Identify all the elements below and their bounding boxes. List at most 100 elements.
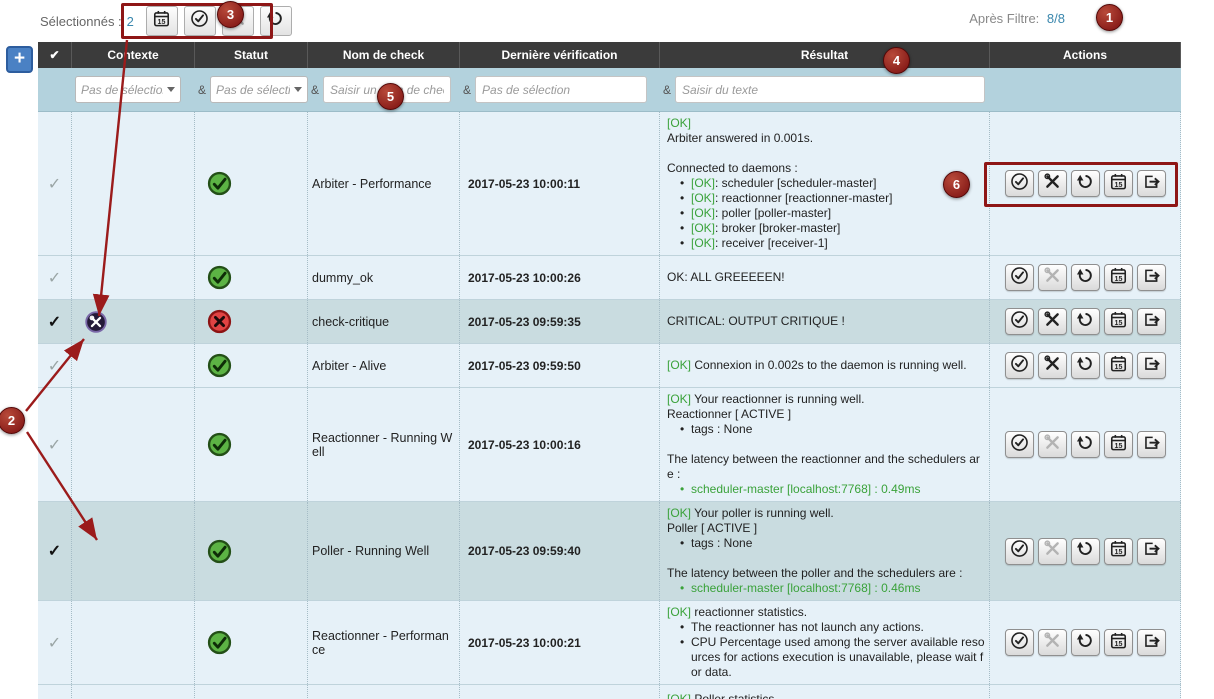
col-statut[interactable]: Statut: [195, 42, 308, 68]
undo-action-button[interactable]: [1071, 170, 1100, 197]
result-cell: [OK]Arbiter answered in 0.001s. Connecte…: [660, 112, 990, 255]
undo-action-button[interactable]: [1071, 352, 1100, 379]
select-cell[interactable]: ✓: [38, 300, 72, 343]
svg-text:15: 15: [1114, 548, 1122, 556]
undo-action-button[interactable]: [1071, 431, 1100, 458]
row-checkbox[interactable]: ✓: [48, 312, 61, 332]
fix-action-button[interactable]: [1038, 431, 1067, 458]
undo-action-button[interactable]: [1071, 538, 1100, 565]
export-icon: [1142, 539, 1161, 563]
result-line: scheduler-master [localhost:7768] : 0.46…: [664, 581, 985, 596]
fix-button[interactable]: [222, 6, 254, 36]
recheck-action-button[interactable]: [1005, 538, 1034, 565]
row-checkbox[interactable]: ✓: [48, 174, 61, 194]
table-row[interactable]: ✓Arbiter - Alive2017-05-23 09:59:50[OK] …: [38, 344, 1181, 388]
contexte-filter-select[interactable]: Pas de sélection: [75, 76, 181, 103]
undo-icon: [1076, 539, 1095, 563]
reset-button[interactable]: [260, 6, 292, 36]
result-line: [OK] reactionner statistics.: [664, 605, 985, 620]
statut-filter-select[interactable]: Pas de sélection: [210, 76, 308, 103]
col-select-all[interactable]: ✔: [38, 42, 72, 68]
check-name-cell: Reactionner - Performance: [308, 601, 460, 684]
select-cell[interactable]: ✓: [38, 112, 72, 255]
select-cell[interactable]: ✓: [38, 388, 72, 501]
select-cell[interactable]: [38, 685, 72, 699]
status-cell: [195, 388, 308, 501]
downtime-action-button[interactable]: 15: [1104, 264, 1133, 291]
export-action-button[interactable]: [1137, 629, 1166, 656]
recheck-action-button[interactable]: [1005, 352, 1034, 379]
result-filter-input[interactable]: [675, 76, 985, 103]
undo-icon: [1076, 172, 1095, 196]
tools-icon: [1043, 266, 1062, 290]
undo-action-button[interactable]: [1071, 629, 1100, 656]
row-checkbox[interactable]: ✓: [48, 268, 61, 288]
recheck-action-button[interactable]: [1005, 170, 1034, 197]
calendar-icon: 15: [1109, 539, 1128, 563]
fix-action-button[interactable]: [1038, 170, 1067, 197]
result-cell: OK: ALL GREEEEEN!: [660, 256, 990, 299]
result-cell: [OK] reactionner statistics.The reaction…: [660, 601, 990, 684]
select-cell[interactable]: ✓: [38, 601, 72, 684]
export-action-button[interactable]: [1137, 352, 1166, 379]
recheck-action-button[interactable]: [1005, 629, 1034, 656]
downtime-action-button[interactable]: 15: [1104, 629, 1133, 656]
table-row[interactable]: ✓Poller - Running Well2017-05-23 09:59:4…: [38, 502, 1181, 601]
check-icon: [1010, 539, 1029, 563]
check-icon: [1010, 310, 1029, 334]
downtime-button[interactable]: 15: [146, 6, 178, 36]
status-cell: [195, 502, 308, 600]
export-action-button[interactable]: [1137, 308, 1166, 335]
result-line: tags : None: [664, 422, 985, 437]
downtime-action-button[interactable]: 15: [1104, 538, 1133, 565]
col-contexte[interactable]: Contexte: [72, 42, 195, 68]
recheck-action-button[interactable]: [1005, 308, 1034, 335]
table-row[interactable]: [OK] Poller statistics.[ 0.22 ] Checks d…: [38, 685, 1181, 699]
row-checkbox[interactable]: ✓: [48, 435, 61, 455]
result-line: [OK]: [664, 116, 985, 131]
undo-action-button[interactable]: [1071, 308, 1100, 335]
row-checkbox[interactable]: ✓: [48, 356, 61, 376]
fix-action-button[interactable]: [1038, 308, 1067, 335]
downtime-action-button[interactable]: 15: [1104, 308, 1133, 335]
select-cell[interactable]: ✓: [38, 256, 72, 299]
export-action-button[interactable]: [1137, 264, 1166, 291]
export-action-button[interactable]: [1137, 170, 1166, 197]
status-ok-icon: [206, 629, 233, 656]
calendar-icon: 15: [1109, 631, 1128, 655]
downtime-action-button[interactable]: 15: [1104, 431, 1133, 458]
row-checkbox[interactable]: ✓: [48, 633, 61, 653]
recheck-action-button[interactable]: [1005, 431, 1034, 458]
check-name-filter-input[interactable]: [323, 76, 451, 103]
fix-action-button[interactable]: [1038, 352, 1067, 379]
add-widget-button[interactable]: +: [6, 46, 33, 73]
fix-action-button[interactable]: [1038, 538, 1067, 565]
select-cell[interactable]: ✓: [38, 344, 72, 387]
selection-toolbar: Sélectionnés : 2 15 Après Filtre: 8/8: [0, 0, 1214, 42]
result-line: [OK] Poller statistics.: [664, 692, 985, 699]
col-nom-de-check[interactable]: Nom de check: [308, 42, 460, 68]
table-row[interactable]: ✓Reactionner - Performance2017-05-23 10:…: [38, 601, 1181, 685]
downtime-action-button[interactable]: 15: [1104, 352, 1133, 379]
downtime-action-button[interactable]: 15: [1104, 170, 1133, 197]
table-row[interactable]: ✓check-critique2017-05-23 09:59:35CRITIC…: [38, 300, 1181, 344]
col-resultat[interactable]: Résultat: [660, 42, 990, 68]
check-name-cell: Poller - Running Well: [308, 502, 460, 600]
recheck-action-button[interactable]: [1005, 264, 1034, 291]
recheck-button[interactable]: [184, 6, 216, 36]
status-ok-icon: [206, 431, 233, 458]
last-check-filter-input[interactable]: [475, 76, 647, 103]
table-row[interactable]: ✓Reactionner - Running Well2017-05-23 10…: [38, 388, 1181, 502]
export-action-button[interactable]: [1137, 538, 1166, 565]
export-action-button[interactable]: [1137, 431, 1166, 458]
result-line: [OK]: receiver [receiver-1]: [664, 236, 985, 251]
select-cell[interactable]: ✓: [38, 502, 72, 600]
row-checkbox[interactable]: ✓: [48, 541, 61, 561]
status-ok-icon: [206, 264, 233, 291]
table-row[interactable]: ✓Arbiter - Performance2017-05-23 10:00:1…: [38, 112, 1181, 256]
col-derniere-verification[interactable]: Dernière vérification: [460, 42, 660, 68]
fix-action-button[interactable]: [1038, 264, 1067, 291]
table-row[interactable]: ✓dummy_ok2017-05-23 10:00:26OK: ALL GREE…: [38, 256, 1181, 300]
undo-action-button[interactable]: [1071, 264, 1100, 291]
fix-action-button[interactable]: [1038, 629, 1067, 656]
